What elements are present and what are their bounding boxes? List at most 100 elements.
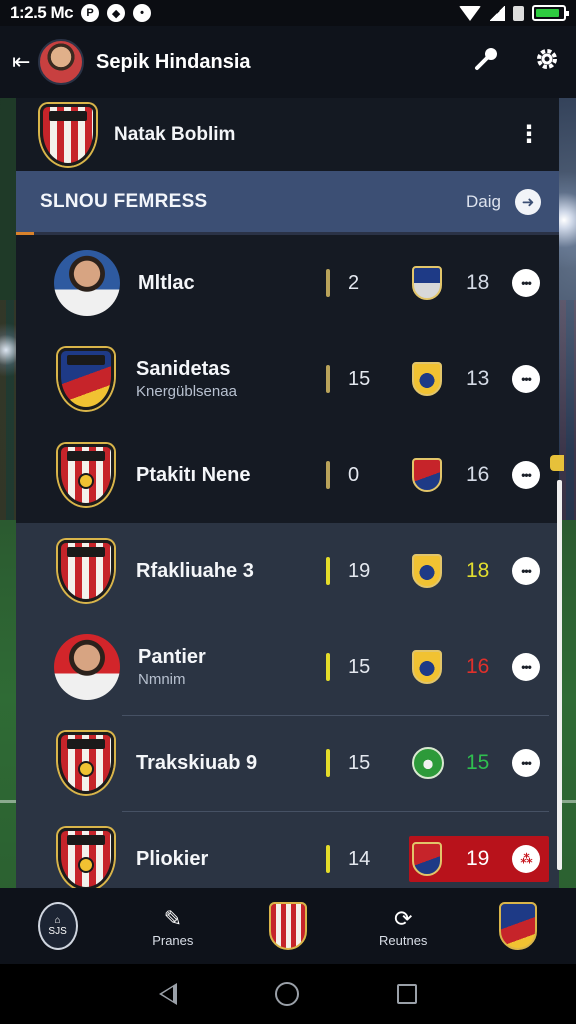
section-header: SLNOU FEMRESS Daig ➜	[16, 171, 559, 235]
league-crest-icon	[499, 902, 538, 950]
stat-secondary: 19	[466, 847, 490, 870]
club-crest-icon	[54, 827, 118, 888]
bottom-nav: ⌂ SJS ✎ Pranes ⟳ Reutnes	[0, 888, 576, 964]
stat-marker	[326, 845, 330, 873]
row-name: Mltlac	[138, 271, 195, 294]
list-item[interactable]: Pantier Nmnim 15 16 •••	[16, 619, 559, 715]
crest-shield	[58, 732, 114, 794]
section-action-icon[interactable]: ➜	[515, 188, 541, 215]
battery-icon	[532, 5, 569, 21]
player-photo	[54, 250, 120, 316]
crest-banner	[67, 451, 105, 461]
system-recents-icon[interactable]	[397, 984, 417, 1004]
kebab-menu-icon[interactable]: ⋮	[517, 120, 541, 149]
nav-item-reutnes[interactable]: ⟳ Reutnes	[346, 905, 461, 948]
scrollbar[interactable]	[557, 480, 562, 870]
crest-banner	[67, 835, 105, 845]
row-more-button[interactable]: ⁂	[512, 845, 540, 873]
crest-ball	[78, 473, 94, 489]
crest-banner	[67, 739, 105, 749]
opponent-crest-icon	[412, 554, 442, 588]
avatar[interactable]	[38, 39, 84, 85]
microphone-icon[interactable]	[472, 45, 500, 80]
microphone-svg	[475, 47, 497, 70]
crest-banner	[67, 547, 105, 557]
crest-ball	[78, 857, 94, 873]
row-subtitle: Nmnim	[138, 671, 186, 688]
wifi-icon	[459, 5, 481, 21]
crest-banner	[67, 355, 105, 365]
list-item[interactable]: Sanidetas Knergüblsenaa 15 13 •••	[16, 331, 559, 427]
stat-marker	[326, 749, 330, 777]
list-item[interactable]: Rfakliuahe 3 19 18 •••	[16, 523, 559, 619]
stat-marker	[326, 653, 330, 681]
crest-shield	[40, 103, 96, 166]
row-text: Sanidetas Knergüblsenaa	[136, 358, 306, 400]
list-item-highlighted[interactable]: Pliokier 14 19 ⁂	[16, 811, 559, 888]
back-icon[interactable]: ⇤	[12, 49, 36, 75]
team-row[interactable]: Natak Boblim ⋮	[16, 98, 559, 171]
pencil-square-icon: ✎	[163, 905, 183, 931]
list-item[interactable]: Mltlac 2 18 •••	[16, 235, 559, 331]
battery-fill	[536, 9, 560, 17]
stat-primary: 14	[348, 847, 371, 870]
notification-p-icon: P	[81, 4, 100, 22]
row-more-button[interactable]: •••	[512, 365, 540, 393]
settings-icon[interactable]	[534, 46, 560, 79]
status-right	[459, 5, 569, 21]
home-badge-label: SJS	[48, 926, 67, 937]
crest-ball	[78, 761, 94, 777]
notification-shield-icon: ◆	[107, 4, 126, 22]
row-name: Pantier	[138, 646, 206, 668]
row-more-button[interactable]: •••	[512, 749, 540, 777]
standings-list: Mltlac 2 18 ••• Sanidetas Knergüblsenaa …	[16, 235, 559, 888]
club-crest-icon	[54, 731, 118, 795]
stat-primary: 15	[348, 367, 371, 390]
stat-marker	[326, 269, 330, 297]
stat-marker	[326, 365, 330, 393]
crest-shield	[58, 348, 114, 410]
crest-shield	[58, 828, 114, 888]
player-photo	[54, 634, 120, 700]
team-crest-icon	[36, 103, 100, 167]
row-text: Pantier Nmnim	[138, 646, 308, 688]
signal-icon	[489, 5, 505, 21]
notification-dot-icon: •	[133, 4, 152, 22]
row-more-button[interactable]: •••	[512, 269, 540, 297]
status-bar: 1:2.5 Mc P ◆ •	[0, 0, 576, 26]
row-more-button[interactable]: •••	[512, 557, 540, 585]
list-item[interactable]: Trakskiuab 9 15 15 •••	[16, 715, 559, 811]
status-time: 1:2.5 Mc	[10, 3, 74, 22]
list-item[interactable]: Ptakitı Nene 0 16 •••	[16, 427, 559, 523]
sim-icon	[513, 5, 524, 21]
row-more-button[interactable]: •••	[512, 461, 540, 489]
row-more-button[interactable]: •••	[512, 653, 540, 681]
row-subtitle: Knergüblsenaa	[136, 383, 237, 400]
nav-item-home[interactable]: ⌂ SJS	[0, 902, 115, 950]
team-crest-icon	[269, 902, 307, 950]
scroll-indicator[interactable]	[550, 455, 564, 471]
team-name: Natak Boblim	[114, 123, 236, 145]
stat-primary: 15	[348, 751, 371, 774]
opponent-crest-icon	[412, 650, 442, 684]
stat-primary: 19	[348, 559, 371, 582]
row-name: Sanidetas	[136, 358, 231, 380]
stat-secondary: 13	[466, 367, 490, 390]
nav-item-pranes[interactable]: ✎ Pranes	[115, 905, 230, 948]
stat-secondary: 16	[466, 463, 490, 486]
system-nav	[0, 964, 576, 1024]
refresh-icon: ⟳	[393, 905, 413, 931]
row-text: Rfakliuahe 3	[136, 560, 306, 583]
row-text: Mltlac	[138, 272, 308, 295]
stat-primary: 2	[348, 271, 360, 294]
row-text: Pliokier	[136, 848, 306, 871]
system-back-icon[interactable]	[159, 983, 177, 1005]
section-filter-label[interactable]: Daig	[466, 192, 501, 212]
nav-item-team[interactable]	[230, 902, 345, 950]
nav-item-league[interactable]	[461, 902, 576, 950]
header-actions	[472, 45, 564, 80]
nav-label: Pranes	[152, 932, 194, 948]
nav-label: Reutnes	[379, 932, 428, 948]
row-name: Pliokier	[136, 847, 209, 870]
system-home-icon[interactable]	[275, 982, 299, 1006]
